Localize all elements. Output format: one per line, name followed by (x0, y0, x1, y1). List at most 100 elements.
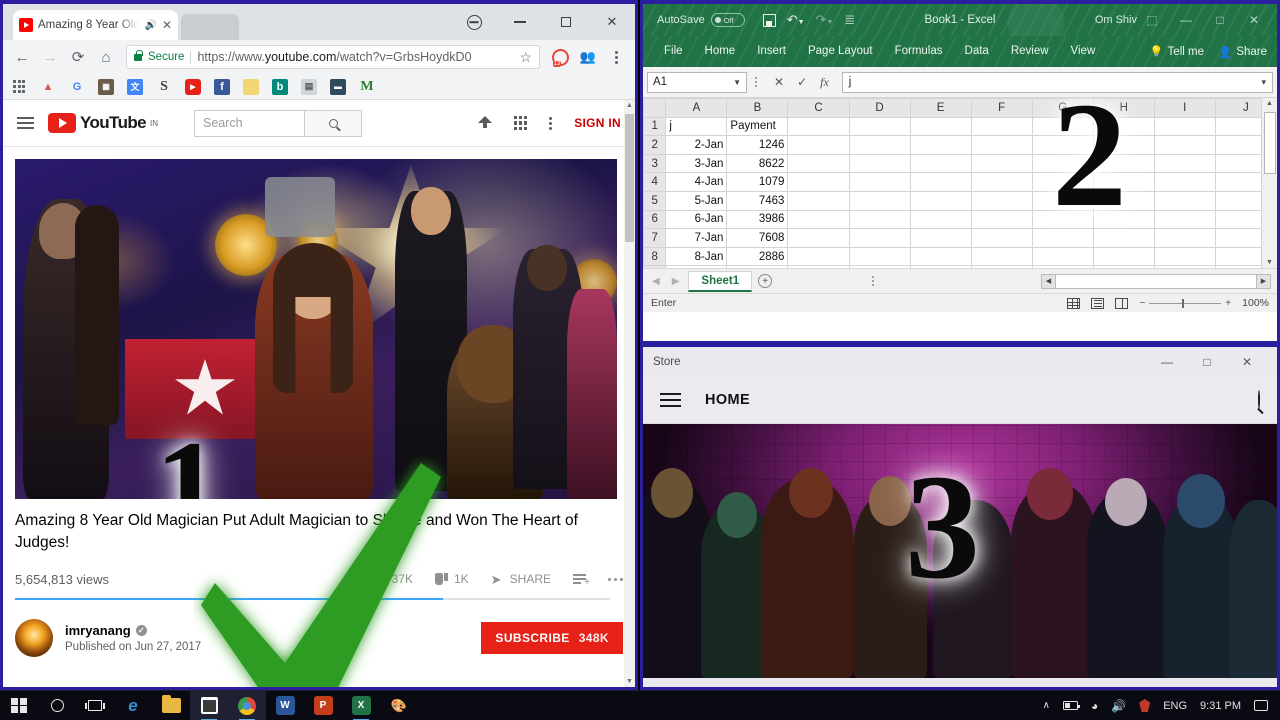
row-header-4[interactable]: 4 (643, 172, 667, 192)
cell-e2[interactable] (909, 135, 972, 155)
cell-f3[interactable] (970, 153, 1033, 174)
subscribe-button[interactable]: SUBSCRIBE 348K (481, 622, 623, 654)
cell-g5[interactable] (1031, 190, 1094, 211)
cell-e7[interactable] (909, 228, 972, 248)
bookmark-youtube-icon[interactable]: ▶ (185, 78, 201, 95)
cell-b4[interactable]: 1079 (726, 172, 789, 192)
store-hero-banner[interactable]: 3 (643, 424, 1277, 678)
share-button[interactable]: 👤 Share (1218, 45, 1267, 59)
ribbon-tab-review[interactable]: Review (1000, 36, 1060, 67)
volume-icon[interactable]: 🔊 (1111, 699, 1126, 713)
name-box[interactable]: A1 ▼ (647, 71, 747, 93)
scroll-left-icon[interactable]: ◀ (1041, 273, 1056, 289)
bookmark-star-icon[interactable]: ☆ (519, 49, 532, 66)
cell-g1[interactable] (1031, 116, 1094, 137)
cell-d6[interactable] (848, 209, 911, 230)
cell-i4[interactable] (1153, 172, 1216, 192)
bookmark-translate-icon[interactable]: 文 (127, 78, 143, 95)
upload-icon[interactable] (477, 115, 492, 131)
ribbon-tab-view[interactable]: View (1060, 36, 1107, 67)
cell-g3[interactable] (1031, 153, 1094, 174)
cell-c9[interactable] (787, 265, 850, 268)
extension-adblock-icon[interactable] (547, 44, 573, 70)
cell-i2[interactable] (1153, 135, 1216, 155)
cell-c4[interactable] (787, 172, 850, 192)
user-account-label[interactable]: Om Shiv (1095, 14, 1137, 26)
formula-bar-grip[interactable] (751, 77, 761, 87)
cell-d1[interactable] (848, 116, 911, 137)
bookmark-bag-icon[interactable]: ▤ (301, 78, 317, 95)
cell-a7[interactable]: 7-Jan (665, 228, 728, 248)
reload-button[interactable]: ⟳ (65, 44, 91, 70)
scroll-up-icon[interactable]: ▲ (1266, 100, 1273, 107)
taskbar-edge[interactable]: e (114, 691, 152, 720)
cell-c6[interactable] (787, 209, 850, 230)
accept-entry-button[interactable]: ✓ (797, 75, 807, 90)
cell-a8[interactable]: 8-Jan (665, 246, 728, 267)
cell-i8[interactable] (1153, 246, 1216, 267)
cell-h2[interactable] (1092, 135, 1155, 155)
cell-d7[interactable] (848, 228, 911, 248)
taskbar-excel[interactable]: X (342, 691, 380, 720)
cell-c7[interactable] (787, 228, 850, 248)
ribbon-tab-home[interactable]: Home (694, 36, 747, 67)
column-header-e[interactable]: E (909, 98, 972, 118)
name-box-chevron-down-icon[interactable]: ▼ (733, 78, 741, 87)
taskbar-chrome[interactable] (228, 690, 266, 720)
share-button[interactable]: SHARE (491, 572, 551, 586)
taskbar-paint[interactable]: 🎨 (380, 691, 418, 720)
ribbon-tab-data[interactable]: Data (954, 36, 1000, 67)
search-button[interactable] (1258, 390, 1260, 409)
avatar[interactable] (15, 619, 53, 657)
formula-input[interactable]: j ▾ (841, 71, 1273, 93)
youtube-logo[interactable]: YouTube IN (48, 113, 158, 133)
ribbon-tab-page-layout[interactable]: Page Layout (797, 36, 884, 67)
search-input[interactable] (194, 109, 304, 137)
cell-f4[interactable] (970, 172, 1033, 192)
show-hidden-icons-chevron-up-icon[interactable]: ∧ (1043, 700, 1050, 711)
row-header-3[interactable]: 3 (643, 153, 667, 174)
minimize-button[interactable]: — (1147, 347, 1187, 377)
zoom-level[interactable]: 100% (1242, 297, 1269, 309)
cell-b5[interactable]: 7463 (726, 190, 789, 211)
minimize-button[interactable] (497, 4, 543, 40)
close-window-button[interactable]: ✕ (589, 4, 635, 40)
scrollbar-thumb[interactable] (625, 114, 634, 242)
cell-h7[interactable] (1092, 228, 1155, 248)
bookmark-s-icon[interactable]: S (156, 79, 172, 95)
cell-d8[interactable] (848, 246, 911, 267)
bookmark-photo-icon[interactable]: ▦ (98, 78, 114, 95)
column-header-h[interactable]: H (1092, 98, 1155, 118)
zoom-track[interactable] (1149, 298, 1222, 308)
cell-i1[interactable] (1153, 116, 1216, 137)
hamburger-icon[interactable] (660, 393, 681, 407)
cell-e9[interactable] (909, 265, 972, 268)
cortana-button[interactable] (38, 691, 76, 720)
cell-h1[interactable] (1092, 116, 1155, 137)
sheet-horizontal-scrollbar[interactable]: ◀ ▶ (1041, 273, 1271, 289)
cell-a3[interactable]: 3-Jan (665, 153, 728, 174)
maximize-button[interactable]: □ (1187, 347, 1227, 377)
cell-f1[interactable] (970, 116, 1033, 137)
battery-icon[interactable] (1062, 701, 1080, 710)
page-layout-icon[interactable] (1091, 297, 1105, 309)
column-header-c[interactable]: C (787, 98, 850, 118)
cell-i7[interactable] (1153, 228, 1216, 248)
column-header-b[interactable]: B (726, 98, 789, 118)
column-header-g[interactable]: G (1031, 98, 1094, 118)
channel-name-row[interactable]: imryanang ✓ (65, 623, 201, 638)
cell-c2[interactable] (787, 135, 850, 155)
start-button[interactable] (0, 691, 38, 720)
cell-g4[interactable] (1031, 172, 1094, 192)
cell-b6[interactable]: 3986 (726, 209, 789, 230)
tell-me-button[interactable]: 💡 Tell me (1150, 45, 1204, 59)
sheet-vertical-scrollbar[interactable]: ▲ ▼ (1261, 98, 1277, 268)
cell-f7[interactable] (970, 228, 1033, 248)
cell-h3[interactable] (1092, 153, 1155, 174)
sheet-tab-sheet1[interactable]: Sheet1 (688, 270, 753, 292)
bookmark-note-icon[interactable] (243, 78, 259, 95)
bookmark-m-icon[interactable]: M (359, 79, 375, 95)
cell-h9[interactable] (1092, 265, 1155, 268)
cell-g9[interactable] (1031, 265, 1094, 268)
cell-h6[interactable] (1092, 209, 1155, 230)
